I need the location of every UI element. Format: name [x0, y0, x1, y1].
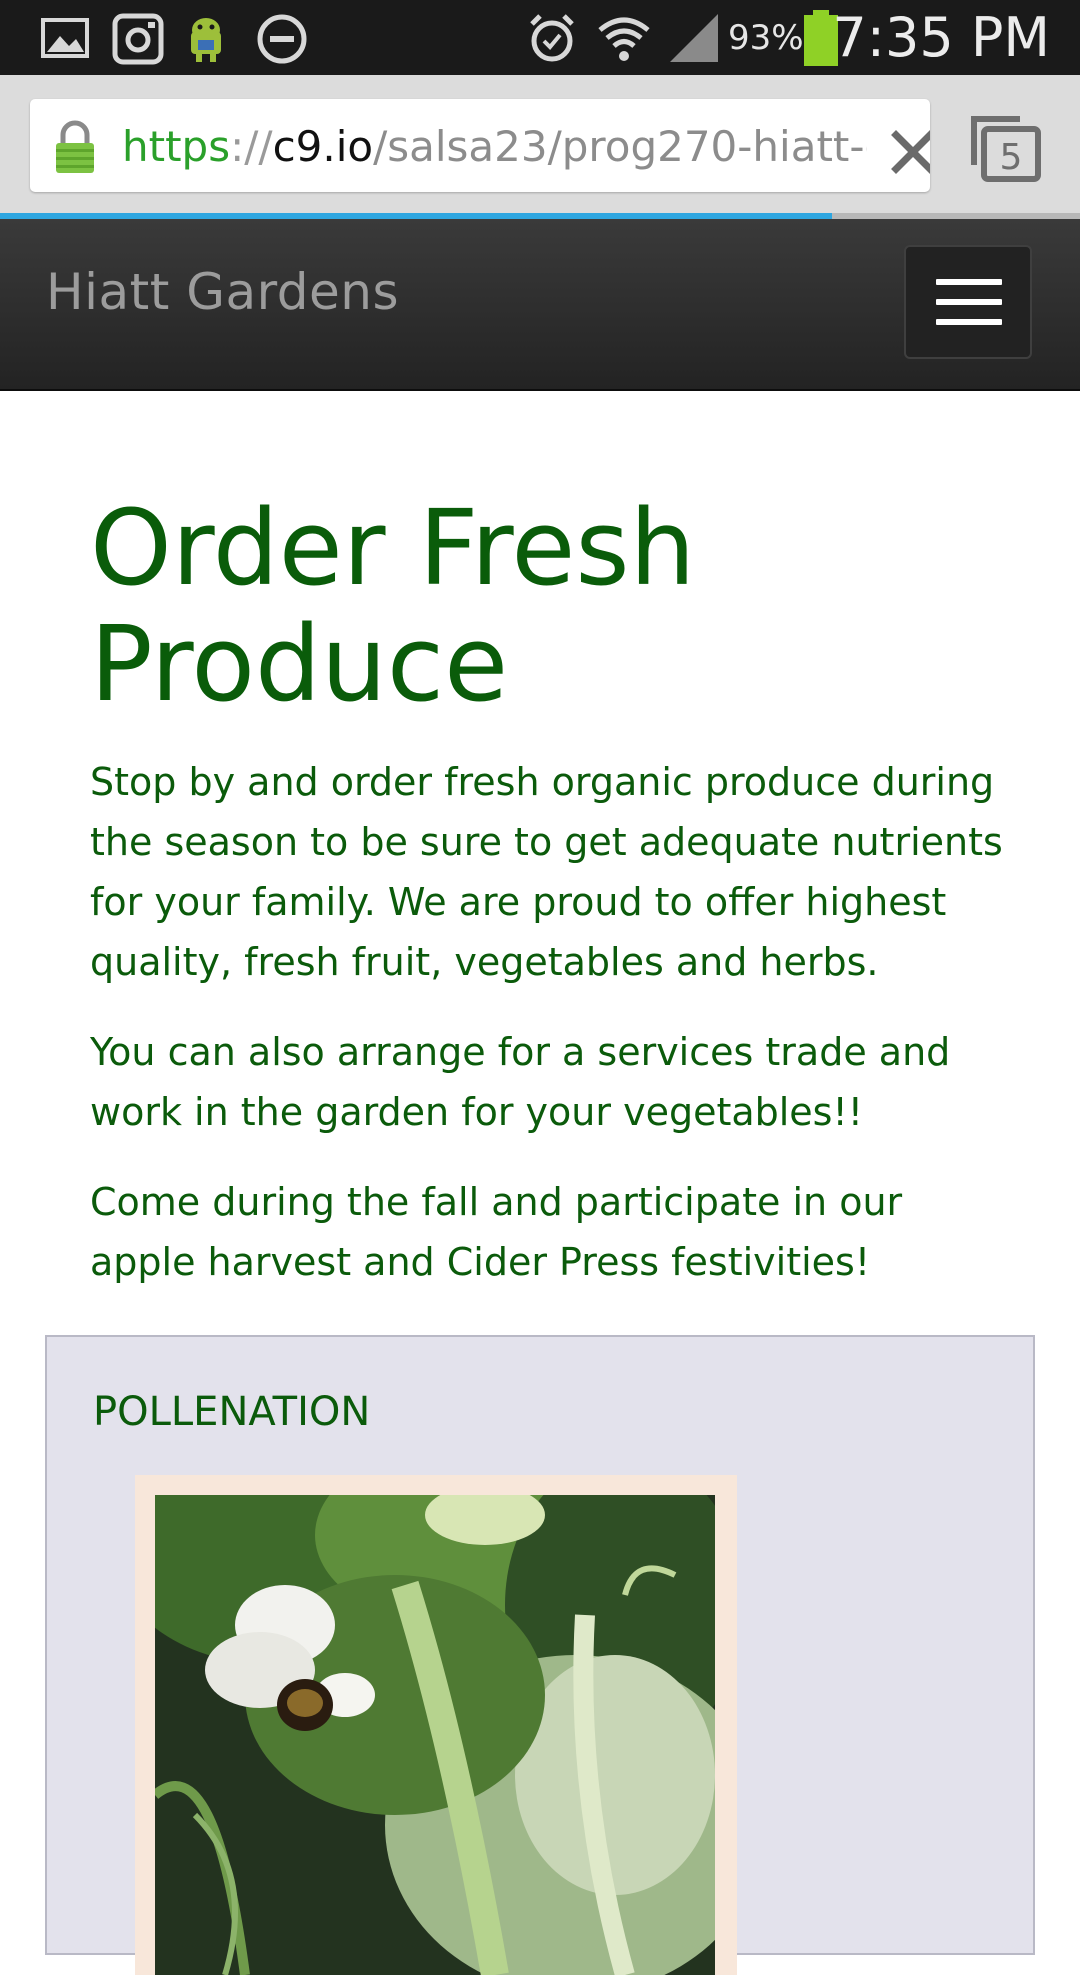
page-title: Order Fresh Produce — [90, 487, 696, 725]
url-scheme: https — [122, 122, 231, 171]
status-bar: 93% 7:35 PM — [0, 0, 1080, 75]
url-path: /salsa23/prog270-hiatt-g — [373, 122, 867, 171]
intro-paragraph: Stop by and order fresh organic produce … — [90, 760, 1003, 984]
tabs-button[interactable]: 5 — [968, 113, 1046, 185]
address-bar[interactable]: https://c9.io/salsa23/prog270-hiatt-g — [30, 99, 930, 192]
status-time: 7:35 PM — [832, 6, 1050, 69]
hamburger-menu-icon — [936, 279, 1002, 285]
bee-on-pea-flower-photo — [155, 1495, 715, 1975]
gallery-icon — [41, 18, 89, 58]
photo-frame — [135, 1475, 737, 1975]
photo-illustration — [155, 1495, 715, 1975]
url-host: c9.io — [272, 122, 374, 171]
hamburger-menu-button[interactable] — [904, 245, 1032, 359]
url-separator: :// — [230, 122, 273, 171]
close-icon[interactable] — [888, 127, 930, 177]
browser-toolbar: https://c9.io/salsa23/prog270-hiatt-g 5 — [0, 75, 1080, 219]
instagram-icon — [112, 13, 164, 65]
trade-paragraph: You can also arrange for a services trad… — [90, 1030, 951, 1134]
site-brand[interactable]: Hiatt Gardens — [46, 263, 399, 321]
harvest-paragraph: Come during the fall and participate in … — [90, 1180, 903, 1284]
tab-count: 5 — [1000, 137, 1023, 178]
alarm-icon — [530, 14, 574, 62]
signal-icon — [670, 14, 718, 62]
hamburger-bar — [936, 299, 1002, 305]
battery-percent: 93% — [728, 18, 804, 58]
site-navbar: Hiatt Gardens — [0, 219, 1080, 391]
wifi-icon — [598, 17, 650, 61]
android-icon — [191, 18, 221, 62]
hamburger-bar — [936, 319, 1002, 325]
do-not-disturb-icon — [257, 14, 307, 64]
pollenation-panel: POLLENATION — [45, 1335, 1035, 1975]
url-text[interactable]: https://c9.io/salsa23/prog270-hiatt-g — [122, 119, 867, 175]
lock-icon — [56, 120, 94, 173]
panel-title: POLLENATION — [93, 1389, 371, 1435]
